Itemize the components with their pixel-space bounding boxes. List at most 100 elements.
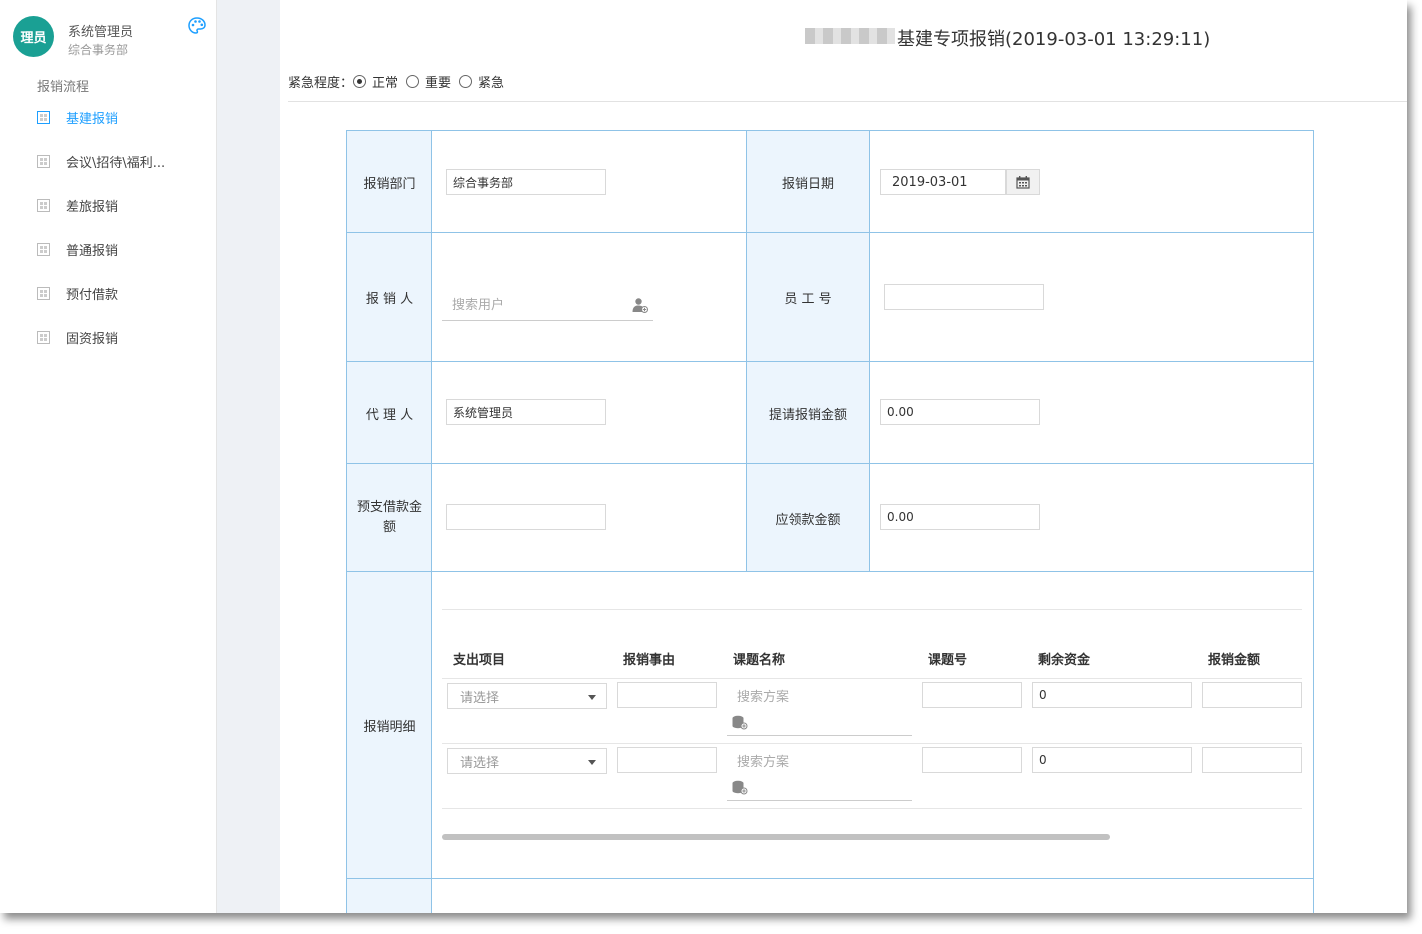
grid-icon xyxy=(37,198,50,212)
select-placeholder: 请选择 xyxy=(460,755,500,771)
grid-icon xyxy=(37,286,50,300)
details-label: 报销明细 xyxy=(363,720,416,735)
label-cell: 报销明细 xyxy=(347,572,432,879)
grid-line xyxy=(746,131,747,572)
radio-icon xyxy=(459,75,473,88)
column-header: 课题名称 xyxy=(733,653,786,668)
label-cell: 报销部门 xyxy=(347,131,432,233)
label-cell: 提请报销金额 xyxy=(747,362,869,464)
reason-field[interactable] xyxy=(617,682,717,708)
grid-icon xyxy=(37,154,50,168)
label-cell: 代 理 人 xyxy=(347,362,432,464)
label-cell: 员 工 号 xyxy=(747,233,869,362)
grid-line xyxy=(431,131,432,913)
database-add-icon[interactable] xyxy=(732,780,748,795)
row-line xyxy=(442,743,1302,744)
grid-line xyxy=(347,361,1313,362)
expense-item-select[interactable]: 请选择 xyxy=(447,748,607,774)
label-cell: 报销日期 xyxy=(747,131,869,233)
menu-title: 报销流程 xyxy=(37,80,90,95)
reason-field[interactable] xyxy=(617,747,717,773)
radio-label: 重要 xyxy=(425,76,452,91)
urgency-radio-urgent[interactable]: 紧急 xyxy=(459,72,504,91)
date-field[interactable] xyxy=(880,169,1006,195)
grid-icon xyxy=(37,330,50,344)
label-cell xyxy=(347,879,432,913)
dept-field[interactable] xyxy=(446,169,606,195)
claimant-label: 报 销 人 xyxy=(365,292,414,307)
grid-line xyxy=(347,232,1313,233)
label-cell: 预支借款金额 xyxy=(347,464,432,572)
grid-icon xyxy=(37,242,50,256)
radio-label: 紧急 xyxy=(478,76,505,91)
agent-field[interactable] xyxy=(446,399,606,425)
content-gutter xyxy=(217,0,280,913)
window: 理员 系统管理员 综合事务部 报销流程 基建报销 会议\招待\福利... 差旅报… xyxy=(0,0,1407,913)
remaining-funds-field[interactable] xyxy=(1032,682,1192,708)
date-label: 报销日期 xyxy=(781,176,834,192)
amount-field[interactable] xyxy=(1202,747,1302,773)
advance-amount-field[interactable] xyxy=(446,504,606,530)
header-line xyxy=(442,678,1302,679)
column-header: 课题号 xyxy=(928,653,968,668)
column-header: 剩余资金 xyxy=(1038,653,1091,668)
amount-field[interactable] xyxy=(1202,682,1302,708)
sidebar-item-label: 固资报销 xyxy=(66,331,119,347)
database-add-icon[interactable] xyxy=(732,715,748,730)
chevron-down-icon xyxy=(588,695,596,700)
project-search-input[interactable] xyxy=(727,748,912,801)
column-header: 报销金额 xyxy=(1208,653,1261,668)
remaining-funds-field[interactable] xyxy=(1032,747,1192,773)
avatar[interactable]: 理员 xyxy=(13,16,54,57)
palette-icon[interactable] xyxy=(187,16,207,36)
project-search-input[interactable] xyxy=(727,683,912,736)
calendar-icon xyxy=(1016,175,1030,189)
sidebar-item-label: 预付借款 xyxy=(66,287,119,303)
grid-icon xyxy=(37,110,50,124)
receivable-label: 应领款金额 xyxy=(775,512,841,528)
select-placeholder: 请选择 xyxy=(460,690,500,706)
grid-line xyxy=(347,463,1313,464)
request-amount-field[interactable] xyxy=(880,399,1040,425)
sidebar-item-label: 普通报销 xyxy=(66,243,119,259)
project-no-field[interactable] xyxy=(922,682,1022,708)
column-header: 支出项目 xyxy=(453,653,506,668)
sidebar-item-label: 差旅报销 xyxy=(66,199,119,215)
user-dept: 综合事务部 xyxy=(68,43,129,57)
main-content: 基建专项报销(2019-03-01 13:29:11) 紧急程度： 正常 重要 … xyxy=(280,0,1407,913)
urgency-radio-important[interactable]: 重要 xyxy=(406,72,451,91)
chevron-down-icon xyxy=(588,760,596,765)
horizontal-scrollbar[interactable] xyxy=(442,834,1110,840)
calendar-button[interactable] xyxy=(1006,169,1040,195)
grid-line xyxy=(347,878,1313,879)
sidebar-item-travel[interactable]: 差旅报销 xyxy=(37,195,118,215)
sidebar-item-label: 会议\招待\福利... xyxy=(66,155,166,171)
urgency-label: 紧急程度： xyxy=(288,76,354,91)
page-title: 基建专项报销(2019-03-01 13:29:11) xyxy=(897,29,1211,50)
row-line xyxy=(442,808,1302,809)
user-add-icon[interactable] xyxy=(632,297,648,313)
grid-line xyxy=(869,131,870,572)
sidebar-item-advance[interactable]: 预付借款 xyxy=(37,283,118,303)
urgency-radio-normal[interactable]: 正常 xyxy=(353,72,398,91)
label-cell: 报 销 人 xyxy=(347,233,432,362)
divider xyxy=(288,101,1407,102)
radio-checked-icon xyxy=(353,75,367,88)
reimbursement-form: 报销部门 报销日期 报 销 人 员 工 号 代 理 人 提请报销金额 预支借款金… xyxy=(346,130,1314,913)
radio-label: 正常 xyxy=(372,76,399,91)
sidebar-item-general[interactable]: 普通报销 xyxy=(37,239,118,259)
redacted-title-prefix xyxy=(805,28,895,44)
sidebar-item-fixed-assets[interactable]: 固资报销 xyxy=(37,327,118,347)
expense-item-select[interactable]: 请选择 xyxy=(447,683,607,709)
radio-icon xyxy=(406,75,420,88)
column-header: 报销事由 xyxy=(623,653,676,668)
request-amount-label: 提请报销金额 xyxy=(768,407,847,423)
receivable-amount-field[interactable] xyxy=(880,504,1040,530)
user-name: 系统管理员 xyxy=(68,25,134,40)
employee-no-label: 员 工 号 xyxy=(784,292,832,307)
project-no-field[interactable] xyxy=(922,747,1022,773)
sidebar-item-infrastructure[interactable]: 基建报销 xyxy=(37,107,118,127)
employee-no-field[interactable] xyxy=(884,284,1044,310)
claimant-search-input[interactable] xyxy=(442,291,653,321)
sidebar-item-meeting[interactable]: 会议\招待\福利... xyxy=(37,151,165,171)
